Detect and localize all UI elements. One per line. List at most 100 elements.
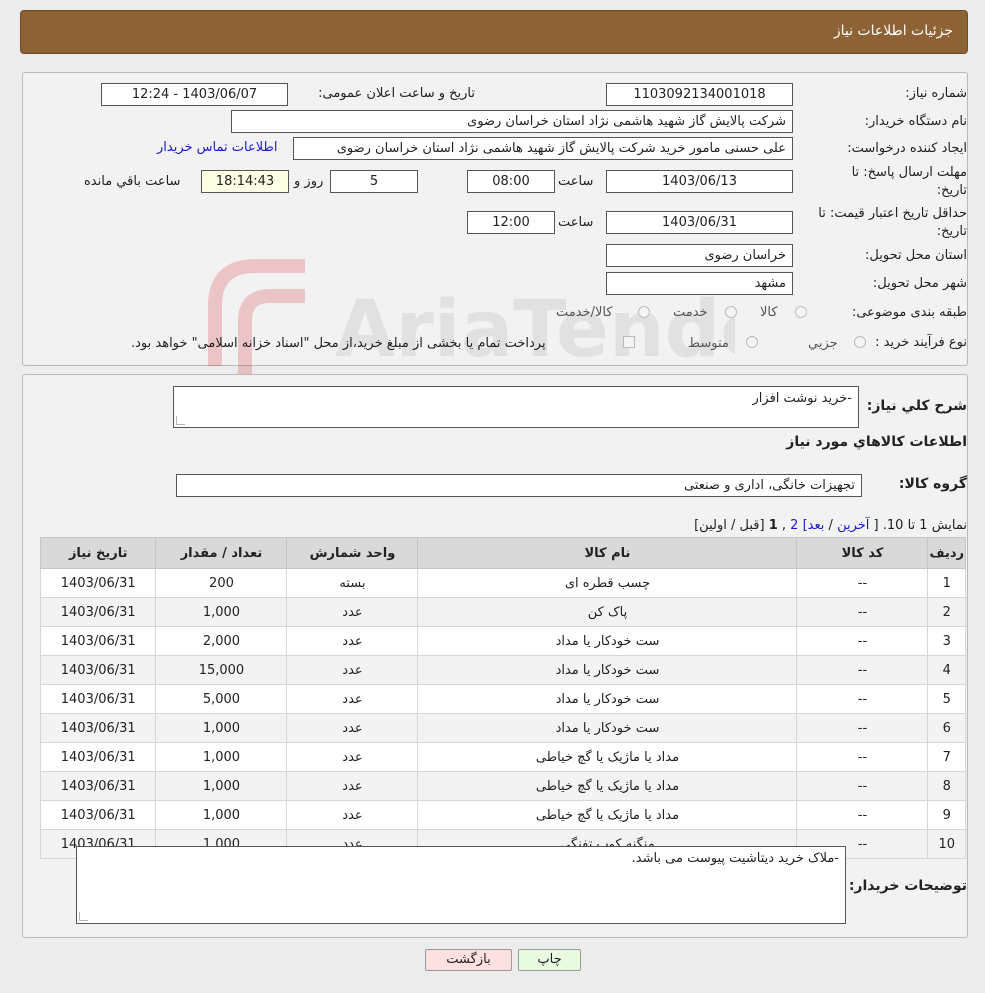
cell-name: ست خودکار یا مداد [417,655,798,685]
days-remaining-field[interactable]: 5 [330,170,418,193]
cell-date: 1403/06/31 [39,713,157,743]
table-row: 5 -- ست خودکار یا مداد عدد 5,000 1403/06/31 [39,684,966,714]
cell-date: 1403/06/31 [39,626,157,656]
need-number-label: شماره نیاز: [905,86,967,101]
resize-grip-icon[interactable] [176,416,185,425]
buyer-field[interactable]: شرکت پالایش گاز شهید هاشمی نژاد استان خر… [231,110,793,133]
cell-unit: عدد [286,597,419,627]
summary-label: شرح کلي نياز: [866,398,967,414]
cell-qty: 1,000 [155,713,288,743]
deadline-label-date: تاریخ: [936,183,967,198]
process-radio-minor[interactable] [854,336,866,348]
cell-unit: عدد [286,684,419,714]
goods-table: ردیف کد کالا نام کالا واحد شمارش تعداد /… [39,537,966,859]
announce-datetime-field[interactable]: 1403/06/07 - 12:24 [101,83,288,106]
cell-row-number: 3 [927,626,966,656]
cell-row-number: 6 [927,713,966,743]
col-row: ردیف [927,537,966,569]
cell-name: ست خودکار یا مداد [417,713,798,743]
cell-name: مداد یا ماژیک یا گچ خیاطی [417,771,798,801]
cell-code: -- [796,800,929,830]
pager-prev-first: [قبل / اولین] [694,518,765,533]
summary-textarea[interactable]: -خرید نوشت افزار [173,386,859,428]
need-number-field[interactable]: 1103092134001018 [606,83,793,106]
cell-code: -- [796,597,929,627]
creator-label: ایجاد کننده درخواست: [847,141,967,156]
category-radio-goods[interactable] [795,306,807,318]
days-label: روز و [294,174,324,189]
cell-row-number: 9 [927,800,966,830]
resize-grip-icon[interactable] [79,912,88,921]
pager-separator: / [828,518,833,533]
deadline-time-label: ساعت [558,174,594,189]
category-radio-both[interactable] [638,306,650,318]
cell-qty: 1,000 [155,771,288,801]
buyer-notes-label: توضیحات خریدار: [848,878,967,894]
cell-unit: عدد [286,742,419,772]
col-qty: تعداد / مقدار [155,537,288,569]
remaining-time-field[interactable]: 18:14:43 [201,170,289,193]
category-option-both: کالا/خدمت [556,305,613,320]
buyer-notes-textarea[interactable]: -ملاک خرید دیتاشیت پیوست می باشد. [76,846,846,924]
page-header: جزئیات اطلاعات نیاز [20,10,968,54]
pager-open-bracket: [ [873,518,879,533]
table-header-row: ردیف کد کالا نام کالا واحد شمارش تعداد /… [39,537,966,569]
cell-name: ست خودکار یا مداد [417,626,798,656]
category-label: طبقه بندی موضوعی: [851,305,967,320]
cell-qty: 2,000 [155,626,288,656]
process-option-minor: جزيي [808,336,838,351]
pager-current-page: 1 [768,518,778,533]
validity-label: حداقل تاریخ اعتبار قیمت: تا [818,206,967,221]
cell-code: -- [796,684,929,714]
cell-date: 1403/06/31 [39,568,157,598]
cell-date: 1403/06/31 [39,597,157,627]
city-label: شهر محل تحویل: [872,276,967,291]
province-field[interactable]: خراسان رضوی [606,244,793,267]
goods-group-label: گروه کالا: [898,476,967,492]
validity-date-field[interactable]: 1403/06/31 [606,211,793,234]
cell-unit: بسته [286,568,419,598]
validity-time-field[interactable]: 12:00 [467,211,555,234]
buyer-notes-text: -ملاک خرید دیتاشیت پیوست می باشد. [631,851,839,866]
print-button[interactable]: چاپ [518,949,581,971]
creator-field[interactable]: علی حسنی مامور خرید شرکت پالایش گاز شهید… [293,137,793,160]
buyer-label: نام دستگاه خریدار: [864,114,967,129]
cell-date: 1403/06/31 [39,684,157,714]
cell-code: -- [796,742,929,772]
table-row: 1 -- چسب قطره ای بسته 200 1403/06/31 [39,568,966,598]
pager-next-link[interactable]: بعد] [803,518,825,533]
category-option-goods: کالا [760,305,778,320]
cell-qty: 1,000 [155,800,288,830]
cell-date: 1403/06/31 [39,655,157,685]
cell-name: چسب قطره ای [417,568,798,598]
pager-page-2-link[interactable]: 2 [790,518,798,533]
goods-group-field[interactable]: تجهیزات خانگی، اداری و صنعتی [176,474,862,497]
table-row: 3 -- ست خودکار یا مداد عدد 2,000 1403/06/31 [39,626,966,656]
cell-name: ست خودکار یا مداد [417,684,798,714]
cell-code: -- [796,626,929,656]
buyer-contact-link[interactable]: اطلاعات تماس خریدار [157,140,277,155]
cell-date: 1403/06/31 [39,800,157,830]
process-radio-medium[interactable] [746,336,758,348]
goods-info-title: اطلاعات کالاهاي مورد نياز [786,434,967,450]
category-option-service: خدمت [673,305,708,320]
cell-row-number: 5 [927,684,966,714]
cell-name: پاک کن [417,597,798,627]
cell-date: 1403/06/31 [39,742,157,772]
cell-name: مداد یا ماژیک یا گچ خیاطی [417,742,798,772]
deadline-time-field[interactable]: 08:00 [467,170,555,193]
cell-row-number: 4 [927,655,966,685]
province-label: استان محل تحویل: [865,248,967,263]
deadline-date-field[interactable]: 1403/06/13 [606,170,793,193]
category-radio-service[interactable] [725,306,737,318]
cell-date: 1403/06/31 [39,771,157,801]
cell-qty: 1,000 [155,742,288,772]
cell-name: مداد یا ماژیک یا گچ خیاطی [417,800,798,830]
treasury-checkbox[interactable] [623,336,635,348]
cell-code: -- [796,655,929,685]
remaining-label: ساعت باقي مانده [84,174,181,189]
city-field[interactable]: مشهد [606,272,793,295]
back-button[interactable]: بازگشت [425,949,512,971]
pager-last-link[interactable]: آخرین [837,518,869,533]
validity-label-date: تاریخ: [936,224,967,239]
